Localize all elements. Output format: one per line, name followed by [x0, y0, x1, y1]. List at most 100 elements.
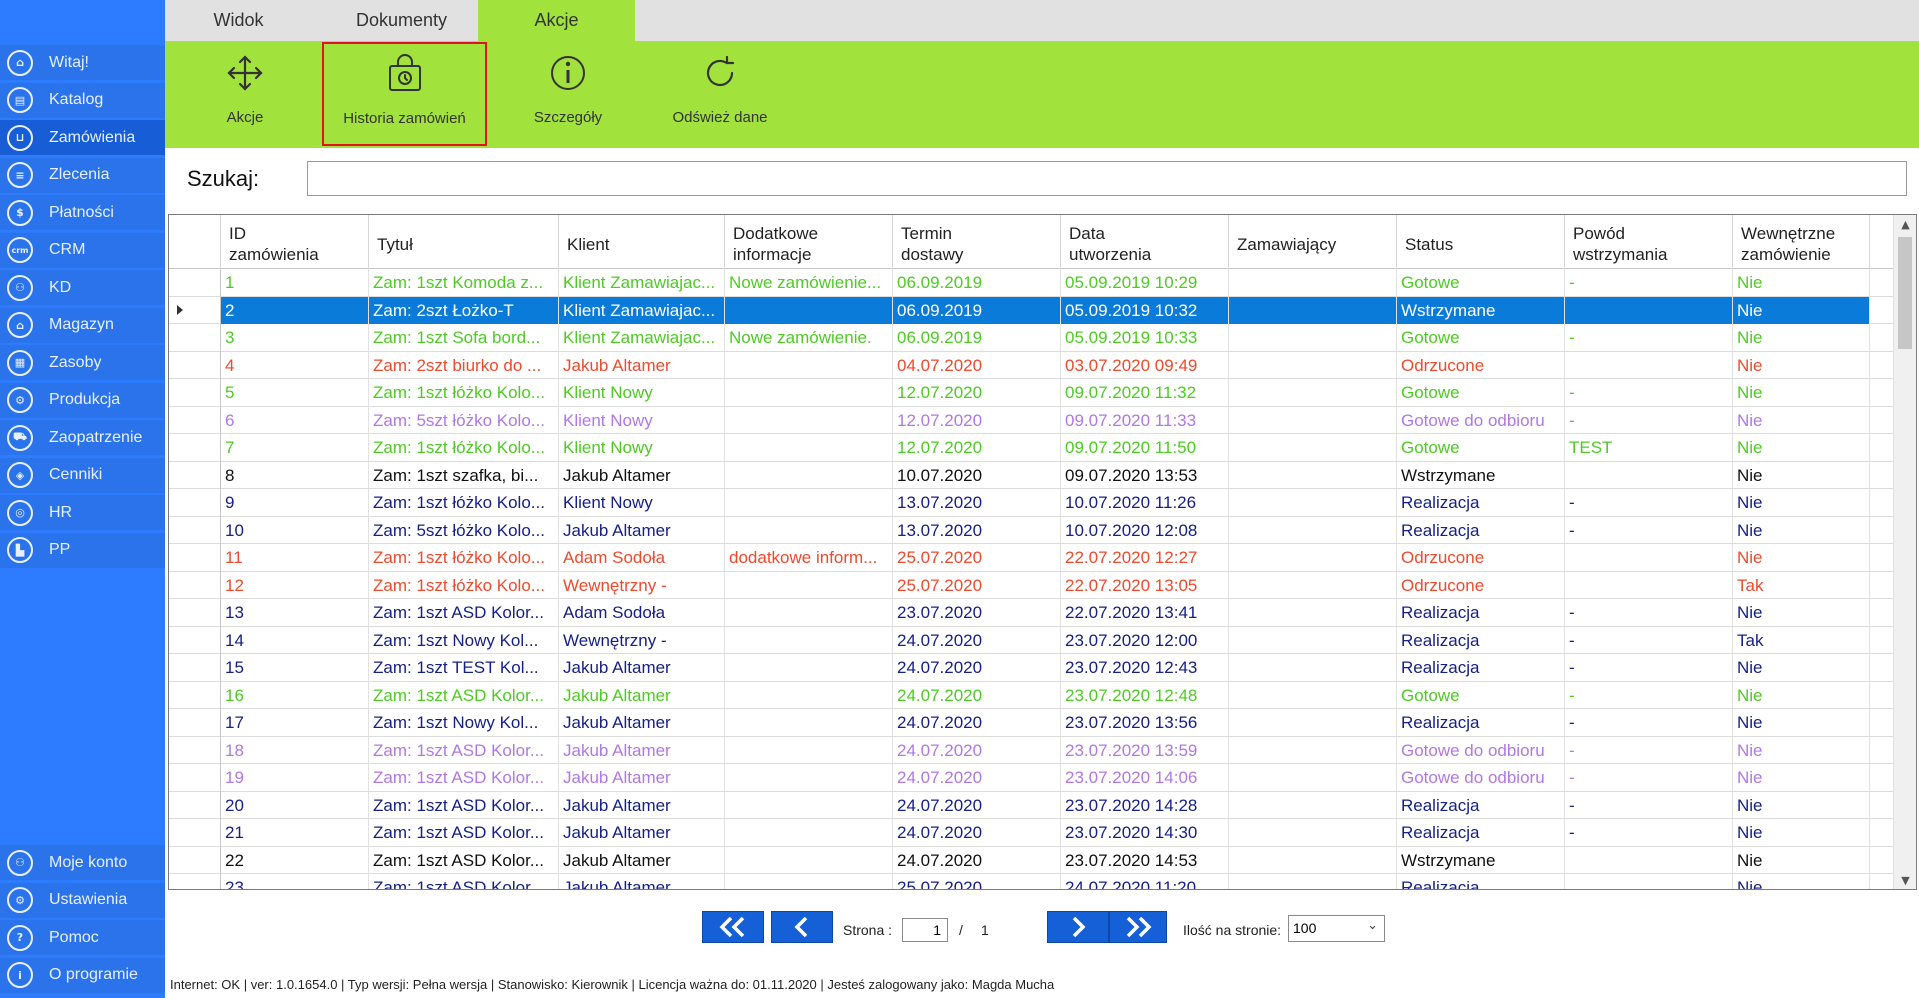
cell-internal-order[interactable]: Nie: [1733, 379, 1870, 407]
cell-id[interactable]: 17: [221, 709, 369, 737]
cell-status[interactable]: Realizacja: [1397, 489, 1565, 517]
cell-hold-reason[interactable]: [1565, 351, 1733, 379]
cell-orderer[interactable]: [1229, 764, 1397, 792]
cell-additional-info[interactable]: [725, 351, 893, 379]
cell-status[interactable]: Odrzucone: [1397, 571, 1565, 599]
cell-created-date[interactable]: 22.07.2020 13:05: [1061, 571, 1229, 599]
cell-client[interactable]: Jakub Altamer: [559, 351, 725, 379]
cell-additional-info[interactable]: Nowe zamówienie.: [725, 324, 893, 352]
cell-created-date[interactable]: 05.09.2019 10:32: [1061, 296, 1229, 324]
row-header[interactable]: [169, 489, 221, 517]
cell-internal-order[interactable]: Nie: [1733, 709, 1870, 737]
cell-additional-info[interactable]: [725, 406, 893, 434]
cell-delivery-date[interactable]: 12.07.2020: [893, 379, 1061, 407]
cell-status[interactable]: Gotowe do odbioru: [1397, 736, 1565, 764]
page-number-input[interactable]: [902, 918, 948, 942]
cell-delivery-date[interactable]: 06.09.2019: [893, 269, 1061, 297]
order-history-button[interactable]: Historia zamówień: [322, 42, 487, 146]
cell-title[interactable]: Zam: 1szt ASD Kolor...: [369, 846, 559, 874]
cell-delivery-date[interactable]: 24.07.2020: [893, 764, 1061, 792]
cell-client[interactable]: Jakub Altamer: [559, 709, 725, 737]
cell-created-date[interactable]: 23.07.2020 14:53: [1061, 846, 1229, 874]
table-row[interactable]: 9 Zam: 1szt łóżko Kolo... Klient Nowy 13.07…: [169, 489, 1894, 517]
cell-created-date[interactable]: 23.07.2020 12:48: [1061, 681, 1229, 709]
cell-title[interactable]: Zam: 1szt ASD Kolor...: [369, 736, 559, 764]
cell-hold-reason[interactable]: -: [1565, 764, 1733, 792]
cell-created-date[interactable]: 09.07.2020 11:33: [1061, 406, 1229, 434]
cell-title[interactable]: Zam: 1szt Komoda z...: [369, 269, 559, 297]
cell-client[interactable]: Klient Nowy: [559, 406, 725, 434]
cell-title[interactable]: Zam: 1szt ASD Kolor...: [369, 599, 559, 627]
table-row[interactable]: 6 Zam: 5szt łóżko Kolo... Klient Nowy 12.07…: [169, 406, 1894, 434]
cell-status[interactable]: Gotowe: [1397, 434, 1565, 462]
cell-status[interactable]: Gotowe: [1397, 379, 1565, 407]
cell-internal-order[interactable]: Nie: [1733, 296, 1870, 324]
table-row[interactable]: 3 Zam: 1szt Sofa bord... Klient Zamawiajac…: [169, 324, 1894, 352]
cell-additional-info[interactable]: [725, 489, 893, 517]
cell-internal-order[interactable]: Nie: [1733, 434, 1870, 462]
cell-status[interactable]: Gotowe: [1397, 681, 1565, 709]
cell-orderer[interactable]: [1229, 654, 1397, 682]
cell-id[interactable]: 13: [221, 599, 369, 627]
cell-delivery-date[interactable]: 06.09.2019: [893, 324, 1061, 352]
row-header[interactable]: [169, 379, 221, 407]
sidebar-item-kd[interactable]: ⚇ KD: [0, 270, 165, 305]
cell-orderer[interactable]: [1229, 846, 1397, 874]
table-row[interactable]: 8 Zam: 1szt szafka, bi... Jakub Altamer 10.…: [169, 461, 1894, 489]
table-row[interactable]: 10 Zam: 5szt łóżko Kolo... Jakub Altamer 13…: [169, 516, 1894, 544]
search-input[interactable]: [307, 161, 1907, 196]
table-row[interactable]: 12 Zam: 1szt łóżko Kolo... Wewnętrzny - 25.…: [169, 571, 1894, 599]
cell-id[interactable]: 12: [221, 571, 369, 599]
cell-additional-info[interactable]: [725, 819, 893, 847]
row-header[interactable]: [169, 846, 221, 874]
cell-created-date[interactable]: 05.09.2019 10:29: [1061, 269, 1229, 297]
cell-hold-reason[interactable]: [1565, 846, 1733, 874]
sidebar-item-hr[interactable]: ◎ HR: [0, 495, 165, 530]
cell-orderer[interactable]: [1229, 379, 1397, 407]
cell-title[interactable]: Zam: 1szt ASD Kolor...: [369, 764, 559, 792]
cell-title[interactable]: Zam: 1szt ASD Kolor...: [369, 874, 559, 889]
cell-title[interactable]: Zam: 1szt szafka, bi...: [369, 461, 559, 489]
sidebar-item-zaopatrzenie[interactable]: ⛟ Zaopatrzenie: [0, 420, 165, 455]
cell-hold-reason[interactable]: [1565, 571, 1733, 599]
cell-additional-info[interactable]: [725, 296, 893, 324]
cell-hold-reason[interactable]: [1565, 296, 1733, 324]
cell-client[interactable]: Klient Zamawiajac...: [559, 269, 725, 297]
cell-id[interactable]: 16: [221, 681, 369, 709]
row-header[interactable]: [169, 764, 221, 792]
cell-client[interactable]: Jakub Altamer: [559, 681, 725, 709]
cell-orderer[interactable]: [1229, 819, 1397, 847]
cell-internal-order[interactable]: Nie: [1733, 846, 1870, 874]
cell-created-date[interactable]: 23.07.2020 12:43: [1061, 654, 1229, 682]
cell-title[interactable]: Zam: 1szt łóżko Kolo...: [369, 489, 559, 517]
cell-internal-order[interactable]: Nie: [1733, 406, 1870, 434]
last-page-button[interactable]: [1109, 911, 1167, 943]
cell-additional-info[interactable]: [725, 681, 893, 709]
cell-additional-info[interactable]: [725, 736, 893, 764]
cell-id[interactable]: 7: [221, 434, 369, 462]
cell-delivery-date[interactable]: 24.07.2020: [893, 819, 1061, 847]
cell-created-date[interactable]: 23.07.2020 13:59: [1061, 736, 1229, 764]
table-row[interactable]: 21 Zam: 1szt ASD Kolor... Jakub Altamer 24.…: [169, 819, 1894, 847]
column-header-created-date[interactable]: Data utworzenia: [1061, 215, 1229, 269]
row-header[interactable]: [169, 736, 221, 764]
cell-internal-order[interactable]: Nie: [1733, 681, 1870, 709]
cell-client[interactable]: Jakub Altamer: [559, 764, 725, 792]
row-header[interactable]: [169, 324, 221, 352]
cell-delivery-date[interactable]: 12.07.2020: [893, 434, 1061, 462]
cell-hold-reason[interactable]: -: [1565, 819, 1733, 847]
cell-title[interactable]: Zam: 2szt Łożko-T: [369, 296, 559, 324]
cell-delivery-date[interactable]: 24.07.2020: [893, 709, 1061, 737]
cell-id[interactable]: 15: [221, 654, 369, 682]
sidebar-item-ustawienia[interactable]: ⚙ Ustawienia: [0, 882, 165, 918]
cell-title[interactable]: Zam: 5szt łóżko Kolo...: [369, 406, 559, 434]
cell-orderer[interactable]: [1229, 709, 1397, 737]
cell-hold-reason[interactable]: -: [1565, 324, 1733, 352]
cell-hold-reason[interactable]: -: [1565, 709, 1733, 737]
cell-id[interactable]: 5: [221, 379, 369, 407]
column-header-id[interactable]: ID zamówienia: [221, 215, 369, 269]
cell-created-date[interactable]: 23.07.2020 14:30: [1061, 819, 1229, 847]
first-page-button[interactable]: [702, 911, 764, 943]
next-page-button[interactable]: [1047, 911, 1109, 943]
cell-additional-info[interactable]: [725, 379, 893, 407]
